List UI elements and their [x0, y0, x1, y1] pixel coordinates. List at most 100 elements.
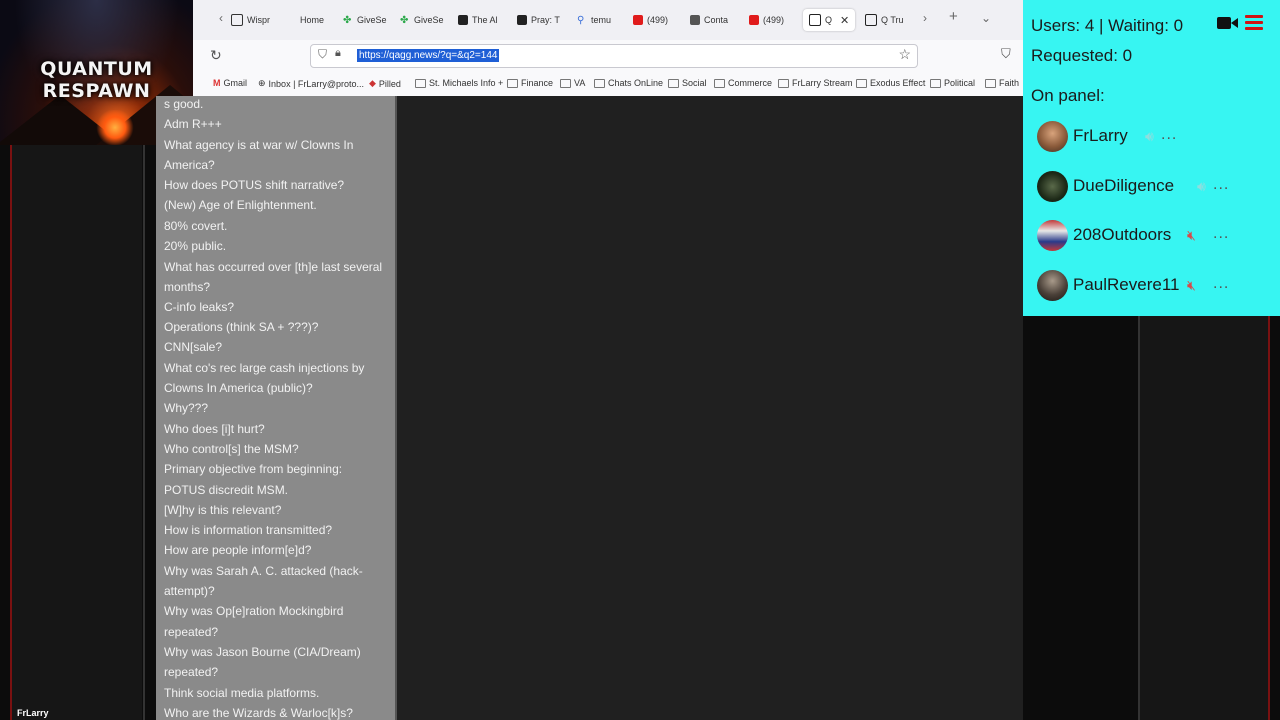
close-tab-icon[interactable]: ✕	[840, 14, 849, 27]
post-text-line: How is information transmitted?	[164, 523, 333, 537]
browser-tab[interactable]: ✤ GiveSe	[343, 9, 387, 31]
browser-tab[interactable]: (499)	[749, 9, 784, 31]
givesend-icon: ✤	[400, 15, 409, 26]
panel-member[interactable]: FrLarry 🔊︎ ...	[1037, 120, 1277, 154]
post-text-line: Why was Jason Bourne (CIA/Dream)	[164, 645, 361, 659]
bookmark-folder[interactable]: Social	[668, 78, 707, 88]
shield-icon[interactable]: ⛉	[318, 47, 327, 62]
post-text-line: What co's rec large cash injections by	[164, 361, 365, 375]
browser-tab-active[interactable]: Q ✕	[803, 9, 856, 31]
folder-icon	[714, 78, 725, 88]
folder-icon	[856, 78, 867, 88]
post-text-line: (New) Age of Enlightenment.	[164, 198, 317, 212]
post-text-line: What agency is at war w/ Clowns In	[164, 138, 354, 152]
member-name: 208Outdoors	[1073, 225, 1172, 244]
post-text-line: Who control[s] the MSM?	[164, 442, 299, 456]
youtube-icon	[633, 15, 643, 25]
speaker-icon: 🔊︎	[1145, 128, 1154, 144]
bookmark-folder[interactable]: Faith	[985, 78, 1019, 88]
post-text-line: What has occurred over [th]e last severa…	[164, 260, 383, 274]
tab-scroll-right-icon[interactable]: ›	[923, 11, 927, 25]
page-icon	[231, 14, 243, 26]
post-text-line: POTUS discredit MSM.	[164, 483, 289, 497]
tab-scroll-left-icon[interactable]: ‹	[219, 11, 223, 25]
panel-overlay: Users: 4 | Waiting: 0 Requested: 0 On pa…	[1023, 0, 1280, 316]
post-text-line: Why was Op[e]ration Mockingbird	[164, 604, 344, 618]
more-options-icon[interactable]: ...	[1213, 225, 1229, 243]
truth-icon	[809, 14, 821, 26]
bookmark-folder[interactable]: Chats OnLine	[594, 78, 663, 88]
panel-member[interactable]: PaulRevere11 🔇︎ ...	[1037, 269, 1277, 303]
bookmark-folder[interactable]: St. Michaels Info +	[415, 78, 503, 88]
navigation-bar: ↻ ⛉ 🔒︎ https://qagg.news/?q=&q2=144 ☆ ⛉	[193, 40, 1023, 72]
more-options-icon[interactable]: ...	[1213, 176, 1229, 194]
chevron-down-icon[interactable]: ⌄	[981, 11, 991, 25]
post-text-line: Adm R+++	[164, 117, 222, 131]
url-bar[interactable]: ⛉ 🔒︎ https://qagg.news/?q=&q2=144 ☆	[310, 44, 918, 68]
globe-icon: ⊕	[258, 78, 266, 88]
folder-icon	[594, 78, 605, 88]
panel-member[interactable]: 208Outdoors 🔇︎ ...	[1037, 219, 1277, 253]
post-text-line: attempt)?	[164, 584, 215, 598]
browser-tab[interactable]: Home	[300, 9, 324, 31]
menu-icon[interactable]	[1245, 15, 1263, 31]
post-text-line: [W]hy is this relevant?	[164, 503, 282, 517]
browser-tab[interactable]: (499)	[633, 9, 668, 31]
users-count: Users: 4 | Waiting: 0	[1031, 16, 1184, 35]
post-text-column: s good. Adm R+++ What agency is at war w…	[156, 96, 397, 720]
bookmark-folder[interactable]: Exodus Effect	[856, 78, 925, 88]
folder-icon	[668, 78, 679, 88]
post-text-line: How does POTUS shift narrative?	[164, 178, 345, 192]
folder-icon	[507, 78, 518, 88]
muted-speaker-icon: 🔇︎	[1187, 277, 1196, 293]
more-options-icon[interactable]: ...	[1161, 126, 1177, 144]
browser-tab[interactable]: ✤ GiveSe	[400, 9, 444, 31]
camera-icon[interactable]	[1217, 15, 1239, 31]
post-text-line: CNN[sale?	[164, 340, 223, 354]
pocket-icon[interactable]: ⛉	[1001, 46, 1011, 62]
bookmark-inbox[interactable]: ⊕ Inbox | FrLarry@proto...	[258, 78, 364, 89]
p-icon	[458, 15, 468, 25]
avatar	[1037, 171, 1068, 202]
browser-tab[interactable]: Wispr	[231, 9, 270, 31]
url-text[interactable]: https://qagg.news/?q=&q2=144	[357, 49, 500, 62]
browser-tab[interactable]: Q Tru	[865, 9, 904, 31]
folder-icon	[778, 78, 789, 88]
bookmarks-bar: M Gmail ⊕ Inbox | FrLarry@proto... ◆ Pil…	[193, 72, 1023, 97]
bookmark-pilled[interactable]: ◆ Pilled	[369, 78, 401, 89]
panel-member[interactable]: DueDiligence 🔊︎ ...	[1037, 170, 1277, 204]
post-text-line: Why???	[164, 401, 209, 415]
youtube-icon	[749, 15, 759, 25]
post-text-line: Operations (think SA + ???)?	[164, 320, 319, 334]
post-text-line: Who are the Wizards & Warloc[k]s?	[164, 706, 353, 720]
browser-tab[interactable]: Pray: T	[517, 9, 560, 31]
folder-icon	[985, 78, 996, 88]
streamer-name-label: FrLarry	[17, 708, 49, 718]
pill-icon: ◆	[369, 78, 376, 88]
avatar	[1037, 220, 1068, 251]
bookmark-folder[interactable]: FrLarry Stream	[778, 78, 853, 88]
browser-tab[interactable]: ⚲ temu	[577, 9, 611, 31]
more-options-icon[interactable]: ...	[1213, 275, 1229, 293]
post-text-line: 80% covert.	[164, 219, 228, 233]
post-text-line: repeated?	[164, 625, 219, 639]
post-text-line: America?	[164, 158, 215, 172]
folder-icon	[415, 78, 426, 88]
bookmark-gmail[interactable]: M Gmail	[213, 78, 247, 88]
bookmark-folder[interactable]: Commerce	[714, 78, 772, 88]
post-text-line: Who does [i]t hurt?	[164, 422, 265, 436]
post-text-line: C-info leaks?	[164, 300, 235, 314]
browser-tab[interactable]: Conta	[690, 9, 728, 31]
bookmark-folder[interactable]: VA	[560, 78, 585, 88]
bookmark-star-icon[interactable]: ☆	[898, 46, 911, 63]
requested-count: Requested: 0	[1031, 46, 1133, 65]
new-tab-icon[interactable]: +	[949, 8, 958, 25]
bookmark-folder[interactable]: Political	[930, 78, 975, 88]
lock-icon[interactable]: 🔒︎	[335, 47, 341, 60]
stream-side-panel-right	[1140, 316, 1268, 720]
post-text-line: repeated?	[164, 665, 219, 679]
browser-tab[interactable]: The Al	[458, 9, 498, 31]
post-text-line: months?	[164, 280, 211, 294]
bookmark-folder[interactable]: Finance	[507, 78, 553, 88]
reload-icon[interactable]: ↻	[210, 47, 222, 64]
